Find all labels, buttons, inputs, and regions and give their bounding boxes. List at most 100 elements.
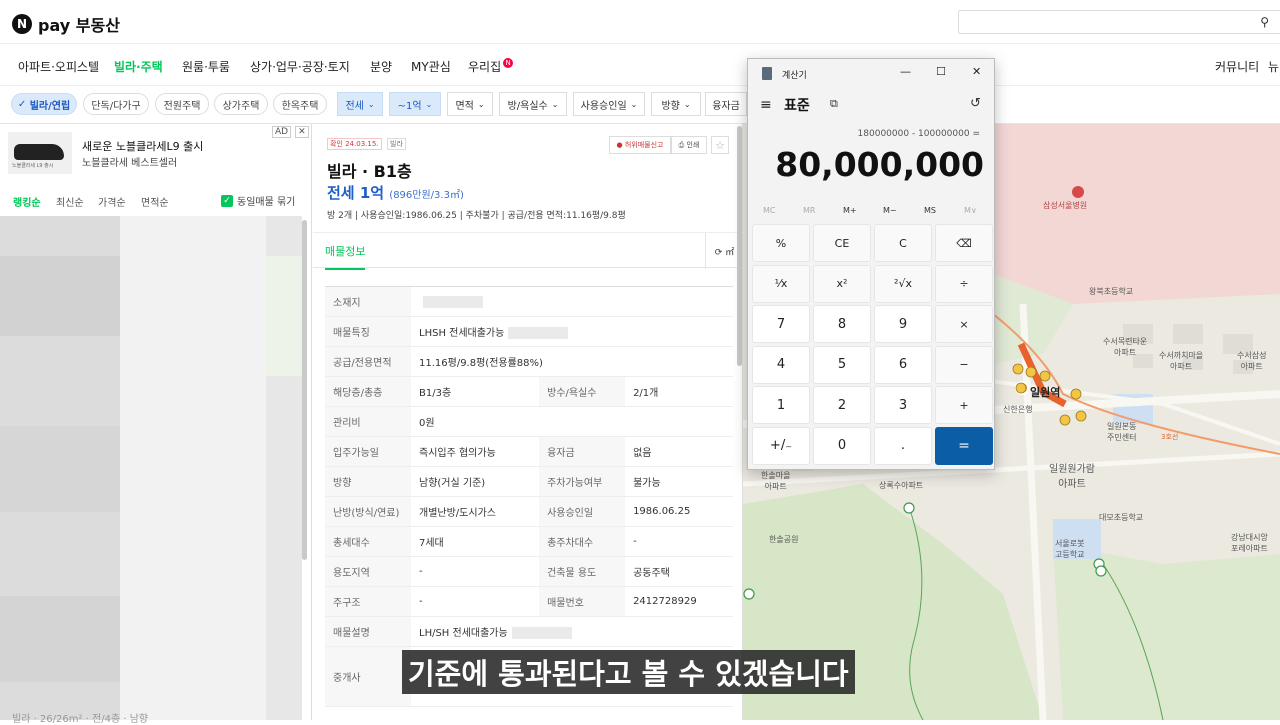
blurred-region	[0, 426, 120, 512]
print-button[interactable]: ⎙ 인쇄	[671, 136, 707, 154]
sort-bar: 랭킹순 최신순 가격순 면적순 ✓ 동일매물 묶기	[0, 188, 312, 212]
square-key[interactable]: x²	[813, 264, 871, 303]
map-label-line3: 3호선	[1161, 433, 1179, 441]
ad-thumbnail: 노블클라세 L9 출시	[8, 132, 72, 174]
nav-item-presale[interactable]: 분양	[370, 58, 392, 75]
hospital-marker-icon[interactable]	[1072, 186, 1084, 198]
memory-subtract-button[interactable]: M−	[883, 206, 897, 215]
filter-chip-detached[interactable]: 단독/다가구	[83, 93, 149, 115]
nav-item-community[interactable]: 커뮤니티	[1215, 58, 1259, 75]
calculator-title: 계산기	[782, 71, 807, 81]
chip-label: 빌라/연립	[29, 100, 71, 112]
nav-item-apartment[interactable]: 아파트·오피스텔	[18, 58, 99, 75]
divide-key[interactable]: ÷	[935, 264, 993, 303]
chevron-down-icon: ⌄	[551, 99, 559, 109]
naver-logo-icon: N	[12, 14, 32, 34]
blurred-region	[0, 596, 120, 682]
decimal-key[interactable]: .	[874, 426, 932, 465]
digit-0-key[interactable]: 0	[813, 426, 871, 465]
ad-label: AD	[272, 126, 292, 138]
reciprocal-key[interactable]: ¹⁄x	[752, 264, 810, 303]
search-input[interactable]: ⚲	[958, 10, 1280, 34]
clear-entry-key[interactable]: CE	[813, 224, 871, 262]
filter-chip-hanok[interactable]: 한옥주택	[273, 93, 327, 115]
negate-key[interactable]: +/₋	[752, 426, 810, 465]
digit-2-key[interactable]: 2	[813, 386, 871, 424]
digit-3-key[interactable]: 3	[874, 386, 932, 424]
digit-4-key[interactable]: 4	[752, 345, 810, 384]
filter-direction[interactable]: 방향 ⌄	[651, 92, 701, 116]
nav-item-myhome[interactable]: 우리집 N	[468, 58, 514, 75]
map-label-apt3: 수서삼성 아파트	[1237, 351, 1267, 371]
nav-item-commercial[interactable]: 상가·업무·공장·토지	[250, 58, 350, 75]
naver-pay-logo[interactable]: N pay 부동산	[12, 12, 120, 36]
info-row: 관리비 0원	[325, 406, 733, 437]
backspace-key[interactable]: ⌫	[935, 224, 993, 262]
nav-item-oneroom[interactable]: 원룸·투룸	[182, 58, 230, 75]
maximize-icon[interactable]: ☐	[936, 65, 946, 78]
keep-on-top-icon[interactable]: ⧉	[830, 97, 838, 111]
filter-deal-type[interactable]: 전세 ⌄	[337, 92, 383, 116]
filter-approval-date[interactable]: 사용승인일 ⌄	[573, 92, 645, 116]
filter-rooms[interactable]: 방/욕실수 ⌄	[499, 92, 567, 116]
digit-1-key[interactable]: 1	[752, 386, 810, 424]
property-price: 전세 1억 (896만원/3.3㎡)	[327, 182, 464, 203]
nav-item-news[interactable]: 뉴	[1268, 58, 1279, 75]
close-icon[interactable]: ✕	[295, 126, 309, 138]
filter-chip-country-house[interactable]: 전원주택	[155, 93, 209, 115]
drop-label: 면적	[455, 100, 474, 112]
ad-banner[interactable]: 노블클라세 L9 출시 새로운 노블클라세L9 출시 노블클라세 베스트셀러 A…	[0, 124, 312, 180]
memory-list-button[interactable]: M∨	[964, 206, 977, 215]
info-row: 용도지역 - 건축물 용도 공동주택	[325, 556, 733, 587]
filter-price[interactable]: ~1억 ⌄	[389, 92, 441, 116]
history-icon[interactable]: ↺	[970, 96, 981, 111]
filter-area[interactable]: 면적 ⌄	[447, 92, 493, 116]
info-key: 중개사	[325, 646, 411, 707]
favorite-star-icon[interactable]: ☆	[711, 136, 729, 154]
info-value: 개별난방/도시가스	[411, 496, 540, 527]
sort-latest[interactable]: 최신순	[56, 194, 84, 209]
digit-8-key[interactable]: 8	[813, 305, 871, 343]
subtract-key[interactable]: −	[935, 345, 993, 384]
memory-add-button[interactable]: M+	[843, 206, 857, 215]
map-label-school2: 대모초등학교	[1099, 513, 1144, 522]
info-value: 없음	[625, 436, 733, 467]
listing-scrollbar[interactable]	[302, 220, 307, 560]
clear-key[interactable]: C	[874, 224, 932, 262]
tab-property-info[interactable]: 매물정보	[325, 243, 366, 270]
percent-key[interactable]: %	[752, 224, 810, 262]
memory-clear-button[interactable]: MC	[763, 206, 776, 215]
hamburger-menu-icon[interactable]: ≡	[760, 97, 772, 113]
nav-item-villa[interactable]: 빌라·주택	[114, 58, 163, 75]
drop-label: 사용승인일	[580, 100, 627, 112]
report-fake-listing-button[interactable]: ● 허위매물신고	[609, 136, 671, 154]
detail-scrollbar[interactable]	[737, 126, 742, 366]
square-root-key[interactable]: ²√x	[874, 264, 932, 303]
property-detail-panel: 확인 24.03.15. 빌라 ● 허위매물신고 ⎙ 인쇄 ☆ 빌라 · B1층…	[313, 124, 743, 720]
minimize-icon[interactable]: —	[900, 65, 911, 78]
digit-6-key[interactable]: 6	[874, 345, 932, 384]
brand-title: pay 부동산	[38, 16, 120, 35]
equals-key[interactable]: =	[935, 426, 993, 465]
info-value: 0원	[411, 406, 733, 437]
filter-chip-villa[interactable]: ✓ 빌라/연립	[11, 93, 77, 115]
digit-7-key[interactable]: 7	[752, 305, 810, 343]
memory-store-button[interactable]: MS	[924, 206, 936, 215]
sort-ranking[interactable]: 랭킹순	[13, 194, 41, 209]
redacted-area	[423, 295, 483, 308]
add-key[interactable]: +	[935, 386, 993, 424]
nav-item-my-interest[interactable]: MY관심	[411, 58, 451, 75]
sort-price[interactable]: 가격순	[98, 194, 126, 209]
digit-9-key[interactable]: 9	[874, 305, 932, 343]
close-icon[interactable]: ✕	[972, 65, 981, 78]
group-duplicates-toggle[interactable]: ✓ 동일매물 묶기	[221, 193, 295, 208]
multiply-key[interactable]: ×	[935, 305, 993, 343]
sort-area[interactable]: 면적순	[141, 194, 169, 209]
map-label-school: 왕북초등학교	[1089, 287, 1134, 296]
filter-chip-shop-house[interactable]: 상가주택	[214, 93, 268, 115]
redacted-area	[508, 327, 569, 339]
memory-recall-button[interactable]: MR	[803, 206, 815, 215]
filter-loan[interactable]: 융자금	[705, 92, 747, 116]
search-icon[interactable]: ⚲	[1260, 15, 1269, 29]
digit-5-key[interactable]: 5	[813, 345, 871, 384]
